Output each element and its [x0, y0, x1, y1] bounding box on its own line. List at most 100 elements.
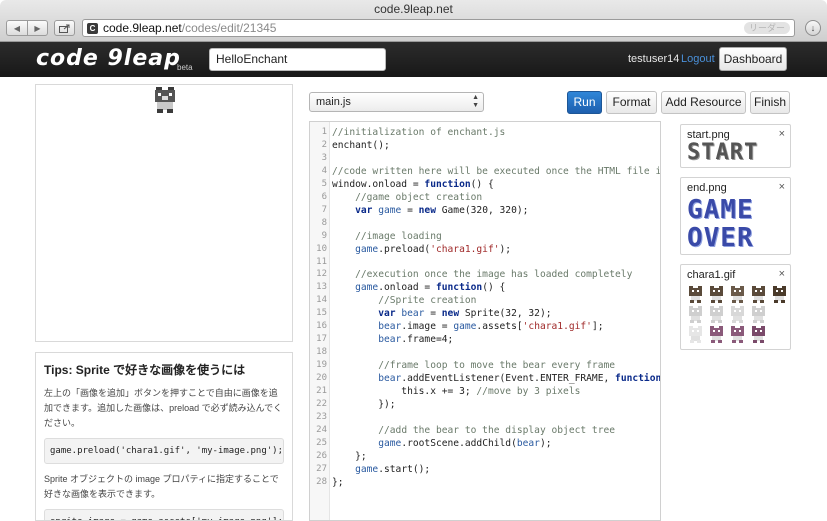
- site-favicon-icon: C: [87, 22, 98, 34]
- line-number: 21: [316, 386, 327, 396]
- code-line[interactable]: 28};: [310, 476, 660, 489]
- share-button[interactable]: [54, 20, 75, 36]
- code-line[interactable]: 20 bear.addEventListener(Event.ENTER_FRA…: [310, 372, 661, 385]
- code-line[interactable]: 10 game.preload('chara1.gif');: [310, 243, 660, 256]
- bear-frame-icon: [731, 286, 744, 303]
- code-line[interactable]: 3: [310, 152, 660, 165]
- select-arrows-icon: ▲ ▼: [472, 94, 479, 109]
- code-line[interactable]: 8: [310, 217, 660, 230]
- code-text: //add the bear to the display object tre…: [378, 424, 616, 436]
- code-line[interactable]: 21 this.x += 3; //move by 3 pixels: [310, 385, 660, 398]
- code-line[interactable]: 15 var bear = new Sprite(32, 32);: [310, 307, 660, 320]
- code-line[interactable]: 4 //code written here will be executed on…: [310, 165, 660, 178]
- dashboard-button[interactable]: Dashboard: [719, 47, 787, 71]
- file-select-value: main.js: [316, 96, 351, 108]
- tips-code-block: sprite.image = game.assets['my-image.png…: [44, 509, 284, 520]
- code-line[interactable]: 24 //add the bear to the display object …: [310, 424, 660, 437]
- resource-name: chara1.gif: [687, 269, 736, 281]
- code-line[interactable]: 12 //execution once the image has loaded…: [310, 268, 660, 281]
- tips-title: Tips: Sprite で好きな画像を使うには: [44, 363, 246, 377]
- close-icon[interactable]: ×: [779, 128, 785, 140]
- file-select[interactable]: main.js ▲ ▼: [309, 92, 484, 112]
- game-preview[interactable]: [35, 84, 293, 342]
- forward-button[interactable]: ▶: [27, 20, 48, 36]
- code-text: });: [332, 398, 396, 410]
- resource-card[interactable]: end.png × GAME OVER: [680, 177, 791, 255]
- close-icon[interactable]: ×: [779, 268, 785, 280]
- back-button[interactable]: ◀: [6, 20, 27, 36]
- resource-preview: START: [687, 140, 759, 165]
- code-line[interactable]: 18: [310, 346, 660, 359]
- line-number: 12: [316, 269, 327, 280]
- code-text: this.x += 3; //move by 3 pixels: [332, 386, 581, 397]
- close-icon[interactable]: ×: [779, 181, 785, 193]
- code-text: game.rootScene.addChild(bear);: [378, 437, 552, 449]
- code-text: var bear = new Sprite(32, 32);: [378, 308, 552, 320]
- line-number: 2: [321, 139, 327, 150]
- line-number: 26: [316, 450, 327, 461]
- code-text: bear.frame=4;: [378, 334, 454, 346]
- line-number: 19: [316, 360, 327, 371]
- code-text: game.preload('chara1.gif');: [355, 243, 512, 255]
- reader-button[interactable]: リーダー: [743, 22, 790, 34]
- code-line[interactable]: 1 //initialization of enchant.js: [310, 126, 660, 139]
- code-line[interactable]: 17 bear.frame=4;: [310, 333, 660, 346]
- code-line[interactable]: 25 game.rootScene.addChild(bear);: [310, 437, 660, 450]
- code-text: game.onload = function() {: [355, 282, 506, 294]
- line-number: 3: [321, 152, 327, 163]
- format-button[interactable]: Format: [606, 91, 657, 114]
- bear-frame-icon: [689, 286, 702, 303]
- code-text: bear.image = game.assets['chara1.gif'];: [378, 321, 604, 333]
- code-editor[interactable]: 1 //initialization of enchant.js 2 enchant(…: [309, 121, 661, 521]
- code-line[interactable]: 27 game.start();: [310, 463, 660, 476]
- line-number: 24: [316, 424, 327, 435]
- logout-link[interactable]: Logout: [681, 53, 715, 65]
- beta-badge: beta: [177, 63, 193, 72]
- bear-frame-icon: [710, 306, 723, 323]
- code-line[interactable]: 7 var game = new Game(320, 320);: [310, 204, 660, 217]
- line-number: 18: [316, 347, 327, 358]
- code-line[interactable]: 5 window.onload = function() {: [310, 178, 660, 191]
- code9leap-logo[interactable]: code 9leap: [36, 46, 181, 71]
- resource-card[interactable]: chara1.gif ×: [680, 264, 791, 350]
- bear-frame-icon: [731, 326, 744, 343]
- code-line[interactable]: 6 //game object creation: [310, 191, 660, 204]
- code-line[interactable]: 11: [310, 256, 660, 269]
- bear-frame-icon: [689, 326, 702, 343]
- finish-button[interactable]: Finish: [750, 91, 790, 114]
- code-text: enchant();: [332, 139, 390, 151]
- line-number: 4: [321, 165, 327, 176]
- code-line[interactable]: 2 enchant();: [310, 139, 660, 152]
- resource-preview: GAME: [687, 195, 754, 225]
- code-line[interactable]: 13 game.onload = function() {: [310, 281, 660, 294]
- address-bar[interactable]: C code.9leap.net/codes/edit/21345 リーダー: [82, 19, 795, 37]
- code-line[interactable]: 14 //Sprite creation: [310, 294, 660, 307]
- line-number: 20: [316, 373, 327, 384]
- add-resource-button[interactable]: Add Resource: [661, 91, 746, 114]
- line-number: 28: [316, 476, 327, 487]
- window-title: code.9leap.net: [374, 2, 453, 16]
- line-number: 16: [316, 321, 327, 332]
- line-number: 22: [316, 398, 327, 409]
- code-text: var game = new Game(320, 320);: [355, 204, 529, 216]
- bear-frame-icon: [752, 286, 765, 303]
- project-title-input[interactable]: HelloEnchant: [209, 48, 386, 71]
- bear-frame-icon: [752, 306, 765, 323]
- code-line[interactable]: 26 };: [310, 450, 660, 463]
- downloads-button[interactable]: ↓: [805, 20, 821, 36]
- bear-frame-icon: [710, 326, 723, 343]
- bear-frame-icon: [689, 306, 702, 323]
- line-number: 1: [321, 127, 327, 137]
- code-line[interactable]: 16 bear.image = game.assets['chara1.gif'…: [310, 320, 660, 333]
- code-line[interactable]: 22 });: [310, 398, 660, 411]
- code-line[interactable]: 23: [310, 411, 660, 424]
- run-button[interactable]: Run: [567, 91, 602, 114]
- line-number: 10: [316, 243, 327, 254]
- tips-panel: Tips: Sprite で好きな画像を使うには 左上の「画像を追加」ボタンを押…: [35, 352, 293, 521]
- bear-frame-icon: [710, 286, 723, 303]
- code-text: bear.addEventListener(Event.ENTER_FRAME,…: [378, 373, 661, 385]
- code-line[interactable]: 9 //image loading: [310, 230, 660, 243]
- back-arrow-icon: ◀: [13, 23, 21, 33]
- code-line[interactable]: 19 //frame loop to move the bear every f…: [310, 359, 660, 372]
- resource-card[interactable]: start.png × START: [680, 124, 791, 168]
